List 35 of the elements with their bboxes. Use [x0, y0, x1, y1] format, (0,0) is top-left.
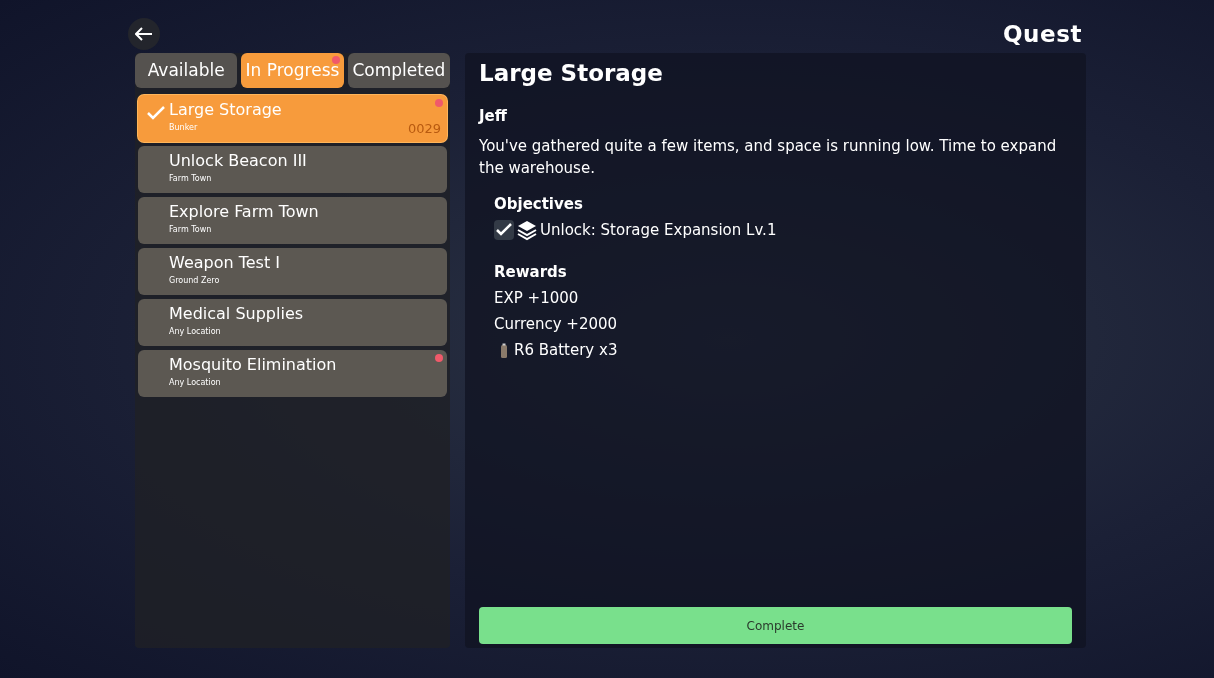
quest-list-item[interactable]: Medical Supplies Any Location — [138, 299, 447, 346]
quest-giver: Jeff — [479, 105, 508, 127]
objective-label: Unlock: Storage Expansion Lv.1 — [540, 219, 777, 241]
quest-title: Medical Supplies — [169, 304, 304, 324]
quest-title: Unlock Beacon III — [169, 151, 307, 171]
quest-title: Mosquito Elimination — [169, 355, 337, 375]
rewards-heading: Rewards — [494, 262, 568, 283]
check-icon — [147, 106, 165, 120]
quest-location: Bunker — [169, 122, 198, 134]
screen-title: Quest — [1002, 19, 1082, 49]
quest-title: Large Storage — [169, 100, 282, 120]
quest-location: Farm Town — [169, 224, 212, 236]
quest-tab[interactable]: Completed — [347, 53, 450, 88]
stack-icon — [516, 218, 538, 241]
quest-list-item[interactable]: Unlock Beacon III Farm Town — [138, 146, 447, 193]
quest-title: Weapon Test I — [169, 253, 280, 273]
quest-list-item[interactable]: Weapon Test I Ground Zero — [138, 248, 447, 295]
quest-list-item[interactable]: Mosquito Elimination Any Location — [138, 350, 447, 397]
quest-location: Any Location — [169, 377, 221, 389]
quest-list-item[interactable]: Explore Farm Town Farm Town — [138, 197, 447, 244]
reward-label: Currency +2000 — [494, 314, 618, 336]
quest-location: Any Location — [169, 326, 221, 338]
quest-number: 0029 — [407, 119, 441, 138]
objectives-heading: Objectives — [494, 194, 584, 215]
quest-heading: Large Storage — [479, 59, 664, 88]
quest-description: You've gathered quite a few items, and space is running low. Time to expand the warehouse. — [479, 136, 1058, 179]
quest-location: Farm Town — [169, 173, 212, 185]
back-arrow-icon — [135, 27, 153, 41]
quest-tab[interactable]: Available — [135, 53, 238, 88]
quest-title: Explore Farm Town — [169, 202, 319, 222]
quest-location: Ground Zero — [169, 275, 220, 287]
battery-icon — [500, 342, 508, 359]
reward-label: EXP +1000 — [494, 288, 579, 310]
complete-button[interactable]: Complete — [479, 607, 1072, 644]
reward-label: R6 Battery x3 — [514, 340, 618, 362]
